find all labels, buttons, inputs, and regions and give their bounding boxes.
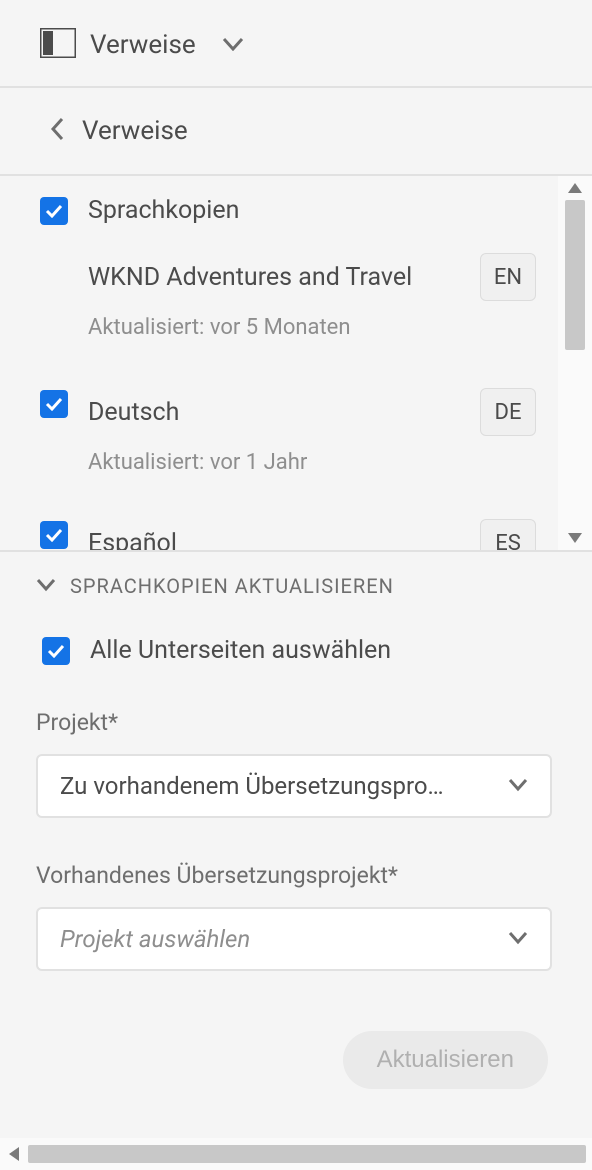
accordion-header[interactable]: SPRACHKOPIEN AKTUALISIEREN xyxy=(36,574,552,598)
field-label: Vorhandenes Übersetzungsprojekt* xyxy=(36,862,552,889)
section-label: Sprachkopien xyxy=(88,196,239,225)
scroll-up-arrow-icon[interactable] xyxy=(558,176,592,200)
item-checkbox[interactable] xyxy=(40,390,68,418)
list-item[interactable]: Español ES xyxy=(0,501,558,550)
existing-project-select[interactable]: Projekt auswählen xyxy=(36,907,552,971)
select-value: Zu vorhandenem Übersetzungspro… xyxy=(60,772,444,800)
action-row: Aktualisieren xyxy=(36,1031,552,1089)
chevron-down-icon xyxy=(492,777,528,796)
select-all-subpages-row[interactable]: Alle Unterseiten auswählen xyxy=(42,636,552,665)
select-placeholder: Projekt auswählen xyxy=(60,925,250,953)
update-button[interactable]: Aktualisieren xyxy=(343,1031,548,1089)
references-panel: Verweise Verweise Sprachkopien WKND Adve… xyxy=(0,0,592,1170)
item-checkbox[interactable] xyxy=(40,521,68,549)
existing-project-field: Vorhandenes Übersetzungsprojekt* Projekt… xyxy=(36,862,552,971)
scroll-down-arrow-icon[interactable] xyxy=(558,526,592,550)
back-header[interactable]: Verweise xyxy=(0,88,592,176)
language-copies-list: Sprachkopien WKND Adventures and Travel … xyxy=(0,176,592,552)
language-badge: EN xyxy=(480,253,536,301)
language-badge: ES xyxy=(480,519,536,550)
scroll-thumb[interactable] xyxy=(565,200,585,350)
horizontal-scroll-thumb[interactable] xyxy=(28,1145,586,1163)
chevron-down-icon xyxy=(36,577,56,596)
project-select[interactable]: Zu vorhandenem Übersetzungspro… xyxy=(36,754,552,818)
field-label: Projekt* xyxy=(36,709,552,736)
section-checkbox[interactable] xyxy=(40,197,68,225)
rail-selector[interactable]: Verweise xyxy=(0,0,592,88)
select-all-label: Alle Unterseiten auswählen xyxy=(90,636,391,665)
chevron-left-icon xyxy=(50,117,64,145)
vertical-scrollbar[interactable] xyxy=(558,176,592,550)
rail-panel-icon xyxy=(40,28,76,62)
project-field: Projekt* Zu vorhandenem Übersetzungspro… xyxy=(36,709,552,818)
accordion-title: SPRACHKOPIEN AKTUALISIEREN xyxy=(70,574,394,598)
list-item[interactable]: Deutsch DE Aktualisiert: vor 1 Jahr xyxy=(0,370,558,475)
item-meta: Aktualisiert: vor 5 Monaten xyxy=(88,315,558,340)
rail-title: Verweise xyxy=(90,30,196,60)
list-viewport: Sprachkopien WKND Adventures and Travel … xyxy=(0,176,558,550)
item-title: Español xyxy=(88,529,177,551)
language-badge: DE xyxy=(480,388,536,436)
list-item[interactable]: WKND Adventures and Travel EN Aktualisie… xyxy=(0,235,558,340)
section-toggle-row[interactable]: Sprachkopien xyxy=(0,176,558,235)
item-meta: Aktualisiert: vor 1 Jahr xyxy=(88,450,558,475)
scroll-track[interactable] xyxy=(558,200,592,526)
horizontal-scrollbar[interactable] xyxy=(0,1138,592,1170)
update-form: SPRACHKOPIEN AKTUALISIEREN Alle Untersei… xyxy=(0,552,592,1170)
back-title: Verweise xyxy=(82,116,188,146)
scroll-left-arrow-icon[interactable] xyxy=(0,1138,28,1170)
chevron-down-icon xyxy=(222,36,244,55)
item-title: WKND Adventures and Travel xyxy=(88,263,412,292)
chevron-down-icon xyxy=(492,930,528,949)
item-title: Deutsch xyxy=(88,398,179,427)
select-all-checkbox[interactable] xyxy=(42,637,70,665)
